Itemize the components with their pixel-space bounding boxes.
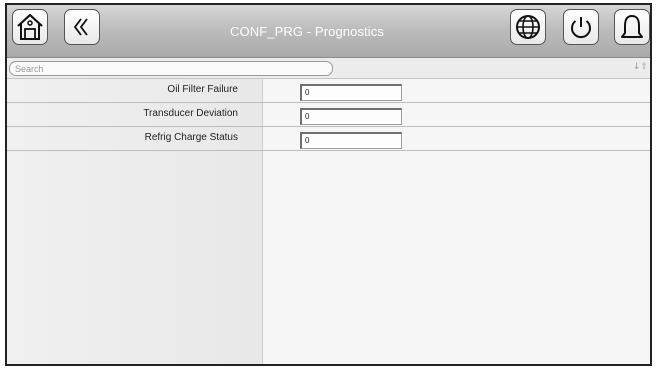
alarm-button[interactable] [614,9,650,45]
table-row: Transducer Deviation 0 [7,103,650,127]
row-label: Oil Filter Failure [167,84,238,95]
header-bar: CONF_PRG - Prognostics [7,5,650,58]
bell-icon [621,15,643,38]
row-label: Refrig Charge Status [144,132,238,143]
table-row: Refrig Charge Status 0 [7,127,650,151]
language-button[interactable] [510,9,546,45]
page-title: CONF_PRG - Prognostics [230,24,384,39]
value-field[interactable]: 0 [300,84,402,101]
value-field[interactable]: 0 [300,132,402,149]
double-chevron-left-icon [73,18,88,36]
power-icon [571,17,591,39]
power-button[interactable] [563,9,599,45]
home-button[interactable] [12,9,48,45]
sort-icon[interactable]: ↓⇧ [633,62,648,72]
value-field[interactable]: 0 [300,108,402,125]
search-bar: ↓⇧ [7,58,650,79]
home-icon [17,13,43,40]
back-button[interactable] [64,9,100,45]
search-input[interactable] [9,61,333,76]
globe-icon [516,15,540,39]
app-window: CONF_PRG - Prognostics ↓⇧ [5,3,652,366]
row-label: Transducer Deviation [143,108,238,119]
table-row: Oil Filter Failure 0 [7,79,650,103]
